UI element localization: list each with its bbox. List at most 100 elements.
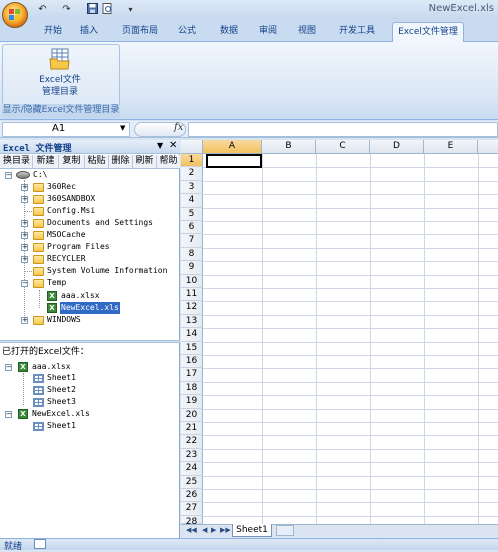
row-header[interactable]: 13 [181, 314, 203, 329]
row-header[interactable]: 9 [181, 261, 203, 275]
opened-sheet[interactable]: Sheet1 [47, 420, 76, 432]
row-header[interactable]: 18 [181, 381, 203, 396]
collapse-icon[interactable]: − [5, 411, 12, 418]
opened-file[interactable]: NewExcel.xls [32, 408, 90, 420]
tree-folder[interactable]: WINDOWS [47, 314, 81, 326]
chevron-down-icon[interactable]: ▼ [120, 124, 125, 132]
tree-folder[interactable]: 360Rec [47, 181, 76, 193]
opened-sheet[interactable]: Sheet3 [47, 396, 76, 408]
column-header[interactable]: B [262, 140, 316, 154]
worksheet-grid[interactable] [181, 140, 498, 524]
tree-folder[interactable]: Temp [47, 277, 66, 289]
select-all-corner[interactable] [181, 140, 203, 154]
row-header[interactable]: 5 [181, 207, 203, 221]
file-manager-icon[interactable] [49, 48, 71, 70]
expand-icon[interactable]: + [21, 232, 28, 239]
sheet-tab-active[interactable]: Sheet1 [232, 524, 272, 537]
tree-folder[interactable]: Documents and Settings [47, 217, 153, 229]
column-header[interactable] [478, 140, 498, 154]
row-header[interactable]: 14 [181, 328, 203, 342]
name-box[interactable] [2, 122, 130, 137]
tab-data[interactable]: 数据 [214, 22, 244, 42]
pane-options-icon[interactable]: ▼ [157, 141, 163, 150]
new-button[interactable]: 新建 [33, 155, 59, 169]
column-header[interactable]: C [316, 140, 370, 154]
office-button[interactable] [2, 2, 28, 28]
tab-formulas[interactable]: 公式 [172, 22, 202, 42]
file-manager-button-label-2[interactable]: 管理目录 [30, 84, 90, 97]
prev-sheet-icon[interactable]: ◀ [202, 526, 207, 534]
tree-drive[interactable]: C:\ [33, 169, 47, 181]
tab-view[interactable]: 视图 [292, 22, 322, 42]
tree-folder[interactable]: Program Files [47, 241, 110, 253]
row-header[interactable]: 6 [181, 221, 203, 235]
tab-insert[interactable]: 插入 [74, 22, 104, 42]
row-header[interactable]: 15 [181, 341, 203, 355]
row-header[interactable]: 24 [181, 462, 203, 476]
tree-folder[interactable]: 360SANDBOX [47, 193, 95, 205]
collapse-icon[interactable]: − [5, 364, 12, 371]
first-sheet-icon[interactable]: ◀◀ [186, 526, 197, 534]
refresh-button[interactable]: 刷新 [133, 155, 157, 169]
row-header[interactable]: 27 [181, 502, 203, 516]
row-header[interactable]: 25 [181, 475, 203, 489]
macro-record-icon[interactable] [34, 539, 46, 549]
tree-folder[interactable]: Config.Msi [47, 205, 95, 217]
redo-icon[interactable]: ↷ [60, 3, 73, 16]
row-header[interactable]: 21 [181, 422, 203, 436]
expand-icon[interactable]: + [21, 196, 28, 203]
row-header[interactable]: 8 [181, 247, 203, 262]
opened-sheet[interactable]: Sheet1 [47, 372, 76, 384]
column-header[interactable]: D [370, 140, 424, 154]
insert-function-icon[interactable]: fx [174, 122, 183, 133]
help-button[interactable]: 帮助 [157, 155, 180, 169]
tab-excel-file-manager[interactable]: Excel文件管理 [392, 22, 464, 43]
expand-icon[interactable]: + [21, 317, 28, 324]
row-header[interactable]: 4 [181, 194, 203, 208]
row-header[interactable]: 17 [181, 368, 203, 382]
save-icon[interactable] [86, 3, 99, 16]
row-header[interactable]: 2 [181, 167, 203, 181]
pane-splitter[interactable] [0, 340, 180, 343]
insert-sheet-icon[interactable] [276, 525, 294, 536]
row-header[interactable]: 11 [181, 288, 203, 302]
delete-button[interactable]: 删除 [109, 155, 133, 169]
column-header[interactable]: A [203, 140, 262, 154]
next-sheet-icon[interactable]: ▶ [211, 526, 216, 534]
tree-folder[interactable]: MSOCache [47, 229, 86, 241]
row-header[interactable]: 19 [181, 395, 203, 409]
row-header[interactable]: 26 [181, 489, 203, 503]
row-header[interactable]: 16 [181, 355, 203, 369]
row-header[interactable]: 10 [181, 274, 203, 288]
customize-icon[interactable]: ▾ [124, 3, 137, 16]
tab-review[interactable]: 审阅 [253, 22, 283, 42]
tree-folder[interactable]: System Volume Information [47, 265, 167, 277]
column-header[interactable]: E [424, 140, 478, 154]
row-header[interactable]: 22 [181, 435, 203, 449]
paste-button[interactable]: 粘贴 [85, 155, 109, 169]
expand-icon[interactable]: + [21, 220, 28, 227]
active-cell[interactable] [206, 154, 262, 168]
row-header[interactable]: 3 [181, 180, 203, 195]
collapse-icon[interactable]: − [5, 172, 12, 179]
tab-developer[interactable]: 开发工具 [331, 22, 383, 42]
expand-icon[interactable]: + [21, 244, 28, 251]
row-header[interactable]: 7 [181, 234, 203, 248]
row-header[interactable]: 20 [181, 408, 203, 422]
print-preview-icon[interactable] [101, 3, 114, 16]
row-header[interactable]: 1 [181, 154, 203, 168]
copy-button[interactable]: 复制 [59, 155, 85, 169]
expand-icon[interactable]: + [21, 256, 28, 263]
formula-input[interactable] [188, 122, 498, 137]
last-sheet-icon[interactable]: ▶▶ [220, 526, 231, 534]
change-dir-button[interactable]: 换目录 [1, 155, 33, 169]
row-header[interactable]: 12 [181, 301, 203, 315]
tree-folder[interactable]: RECYCLER [47, 253, 86, 265]
undo-icon[interactable]: ↶ [36, 3, 49, 16]
opened-sheet[interactable]: Sheet2 [47, 384, 76, 396]
tab-home[interactable]: 开始 [38, 22, 68, 42]
row-header[interactable]: 23 [181, 448, 203, 463]
close-icon[interactable]: ✕ [169, 140, 177, 151]
expand-icon[interactable]: + [21, 184, 28, 191]
tree-file[interactable]: aaa.xlsx [61, 290, 100, 302]
